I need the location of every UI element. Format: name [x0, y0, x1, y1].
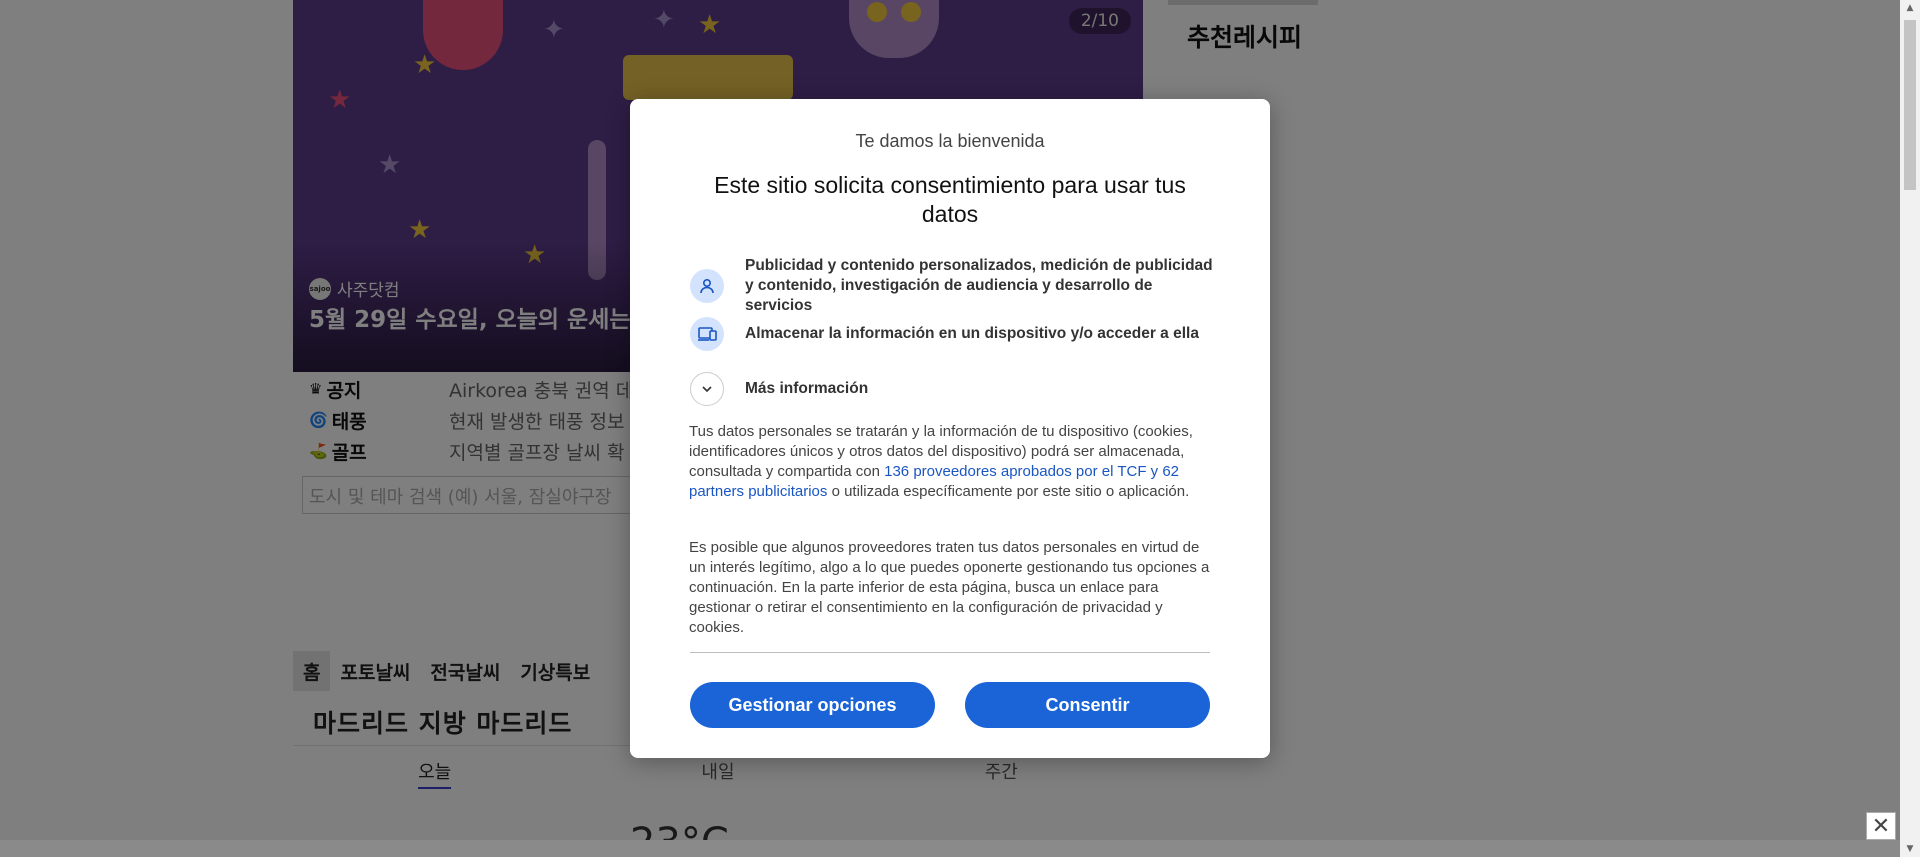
scroll-down-icon[interactable]: ▼	[1900, 841, 1920, 857]
device-icon	[690, 317, 724, 351]
dialog-divider	[690, 652, 1210, 653]
scroll-thumb[interactable]	[1904, 20, 1916, 190]
legitimate-interest-paragraph: Es posible que algunos proveedores trate…	[689, 539, 1210, 636]
scroll-up-icon[interactable]: ▲	[1900, 0, 1920, 16]
manage-options-button[interactable]: Gestionar opciones	[690, 682, 935, 728]
chevron-down-icon[interactable]	[690, 372, 724, 406]
purpose-personalized-ads: Publicidad y contenido personalizados, m…	[690, 256, 1220, 316]
more-info-toggle[interactable]: Más información	[690, 372, 868, 406]
consent-button[interactable]: Consentir	[965, 682, 1210, 728]
dialog-headline: Este sitio solicita consentimiento para …	[714, 172, 1186, 227]
ad-close-button[interactable]: ✕	[1866, 812, 1896, 840]
data-processing-paragraph: Tus datos personales se tratarán y la in…	[689, 423, 1193, 500]
more-info-label[interactable]: Más información	[745, 380, 868, 398]
ad-strip	[0, 840, 1900, 857]
dialog-welcome: Te damos la bienvenida	[855, 131, 1045, 151]
person-icon	[690, 269, 724, 303]
purpose-text: Publicidad y contenido personalizados, m…	[745, 257, 1213, 314]
purpose-text: Almacenar la información en un dispositi…	[745, 325, 1199, 342]
consent-dialog: Te damos la bienvenida Este sitio solici…	[630, 99, 1270, 758]
scrollbar[interactable]: ▲ ▼	[1900, 0, 1920, 857]
purpose-device-storage: Almacenar la información en un dispositi…	[690, 317, 1220, 351]
